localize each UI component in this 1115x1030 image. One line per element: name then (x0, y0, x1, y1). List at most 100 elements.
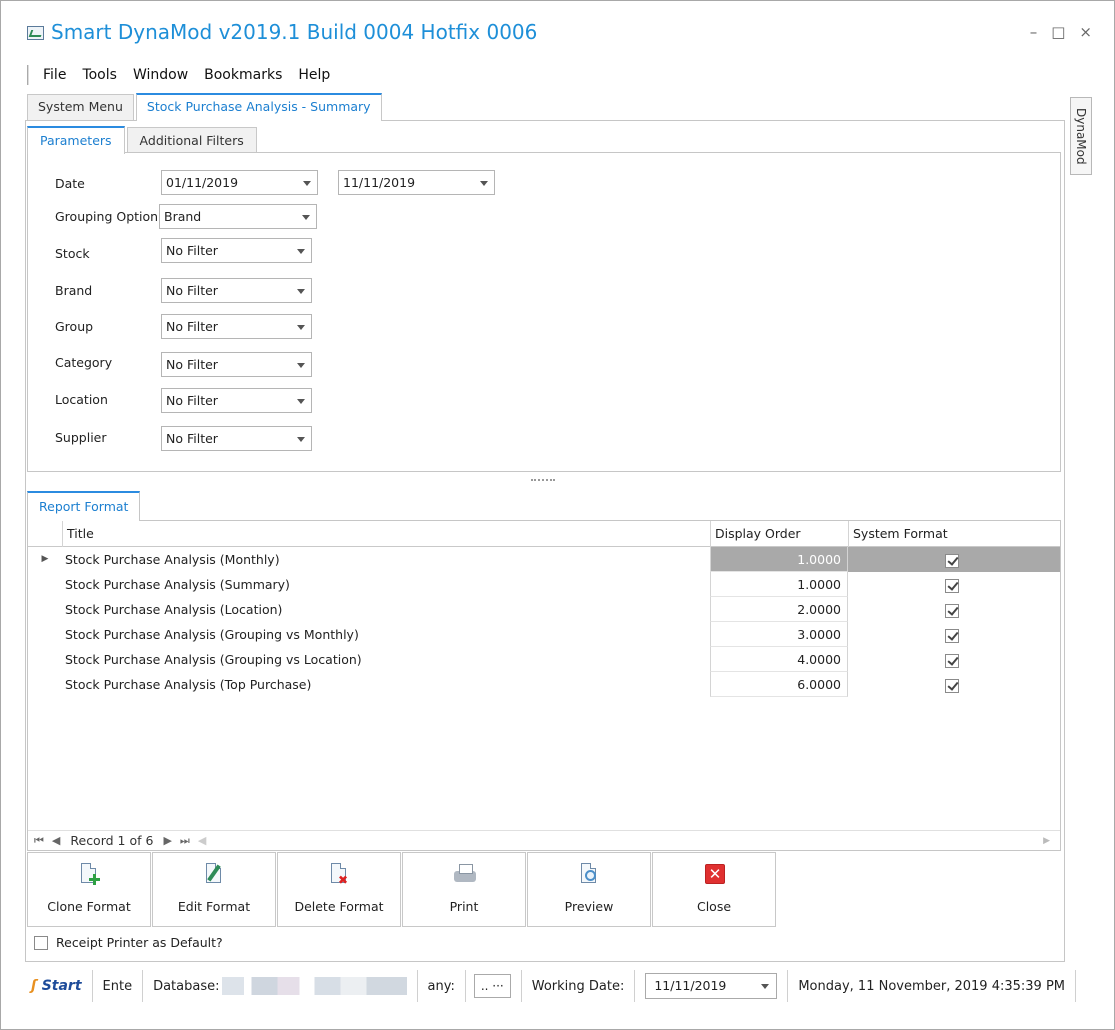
menu-file[interactable]: File (43, 67, 66, 83)
working-date-value: 11/11/2019 (654, 978, 727, 993)
date-from-value: 01/11/2019 (166, 175, 239, 190)
tab-stock-purchase-analysis-summary[interactable]: Stock Purchase Analysis - Summary (135, 93, 382, 121)
close-icon: ✕ (703, 863, 725, 887)
row-system-format (848, 622, 1060, 647)
minimize-button[interactable]: – (1030, 23, 1038, 41)
delete-format-button[interactable]: ✖ Delete Format (277, 852, 401, 927)
table-row[interactable]: Stock Purchase Analysis (Grouping vs Mon… (28, 622, 1060, 647)
stock-combo[interactable]: No Filter (161, 238, 312, 263)
brand-combo[interactable]: No Filter (161, 278, 312, 303)
print-button[interactable]: Print (402, 852, 526, 927)
menu-bar: File Tools Window Bookmarks Help (27, 62, 346, 88)
working-date-combo[interactable]: 11/11/2019 (645, 973, 778, 999)
start-logo-text: Start (41, 978, 82, 994)
last-record-icon[interactable]: ⏭ (176, 834, 194, 848)
dropdown-arrow-icon (297, 249, 305, 254)
group-label: Group (55, 319, 94, 334)
delete-format-label: Delete Format (294, 899, 384, 914)
column-header-title[interactable]: Title (62, 521, 710, 547)
status-ente: Ente (102, 978, 133, 994)
close-window-button[interactable]: × (1079, 23, 1092, 41)
system-format-checkbox[interactable] (945, 553, 959, 568)
menu-tools[interactable]: Tools (82, 67, 117, 83)
tab-report-format[interactable]: Report Format (27, 491, 141, 521)
window-controls: – □ × (1030, 23, 1092, 41)
clone-format-button[interactable]: Clone Format (27, 852, 151, 927)
grouping-option-combo[interactable]: Brand (159, 204, 317, 229)
column-header-display-order[interactable]: Display Order (710, 521, 848, 547)
date-to-value: 11/11/2019 (343, 175, 416, 190)
table-row[interactable]: Stock Purchase Analysis (Summary) 1.0000 (28, 572, 1060, 597)
system-format-checkbox[interactable] (945, 603, 959, 618)
table-row[interactable]: ▶ Stock Purchase Analysis (Monthly) 1.00… (28, 547, 1060, 572)
current-datetime: Monday, 11 November, 2019 4:35:39 PM (798, 978, 1066, 994)
menu-help[interactable]: Help (298, 67, 330, 83)
row-display-order: 2.0000 (710, 597, 848, 622)
company-picker[interactable]: .. ··· (473, 974, 511, 998)
menu-bookmarks[interactable]: Bookmarks (204, 67, 282, 83)
close-button[interactable]: ✕ Close (652, 852, 776, 927)
dropdown-arrow-icon (302, 215, 310, 220)
date-to-combo[interactable]: 11/11/2019 (338, 170, 495, 195)
category-combo[interactable]: No Filter (161, 352, 312, 377)
status-separator (634, 970, 636, 1002)
row-system-format (848, 672, 1060, 697)
edit-format-button[interactable]: Edit Format (152, 852, 276, 927)
stock-value: No Filter (166, 243, 218, 258)
row-indicator-icon: ▶ (41, 554, 49, 564)
table-row[interactable]: Stock Purchase Analysis (Location) 2.000… (28, 597, 1060, 622)
column-header-system-format[interactable]: System Format (848, 521, 1060, 547)
tab-parameters[interactable]: Parameters (27, 126, 125, 154)
delete-format-icon: ✖ (328, 863, 350, 887)
table-row[interactable]: Stock Purchase Analysis (Top Purchase) 6… (28, 672, 1060, 697)
dropdown-arrow-icon (297, 289, 305, 294)
tab-additional-filters[interactable]: Additional Filters (126, 127, 257, 153)
receipt-printer-option[interactable]: Receipt Printer as Default? (34, 935, 223, 950)
action-toolbar: Clone Format Edit Format ✖ Delete Format… (27, 852, 777, 927)
dropdown-arrow-icon (297, 399, 305, 404)
dropdown-arrow-icon (480, 181, 488, 186)
receipt-printer-checkbox[interactable] (34, 935, 48, 950)
preview-button[interactable]: Preview (527, 852, 651, 927)
stock-label: Stock (55, 246, 90, 261)
system-format-checkbox[interactable] (945, 628, 959, 643)
maximize-button[interactable]: □ (1051, 23, 1065, 41)
category-label: Category (55, 355, 113, 370)
record-navigator: ⏮ ◀ Record 1 of 6 ▶ ⏭ ◀ ▶ (28, 830, 1060, 850)
location-value: No Filter (166, 393, 218, 408)
title-bar: Smart DynaMod v2019.1 Build 0004 Hotfix … (1, 1, 1114, 59)
table-row[interactable]: Stock Purchase Analysis (Grouping vs Loc… (28, 647, 1060, 672)
status-separator (464, 970, 466, 1002)
panel-splitter[interactable] (531, 479, 555, 485)
row-display-order: 3.0000 (710, 622, 848, 647)
window-title: Smart DynaMod v2019.1 Build 0004 Hotfix … (51, 20, 538, 44)
first-record-icon[interactable]: ⏮ (28, 834, 48, 848)
status-separator (1075, 970, 1077, 1002)
location-combo[interactable]: No Filter (161, 388, 312, 413)
scroll-right-icon[interactable]: ▶ (1043, 836, 1050, 846)
row-system-format (848, 572, 1060, 597)
grouping-option-label: Grouping Option (55, 209, 159, 224)
group-combo[interactable]: No Filter (161, 314, 312, 339)
app-window: Smart DynaMod v2019.1 Build 0004 Hotfix … (0, 0, 1115, 1030)
tab-system-menu[interactable]: System Menu (27, 94, 134, 120)
date-label: Date (55, 176, 85, 191)
row-title: Stock Purchase Analysis (Summary) (65, 577, 290, 592)
system-format-checkbox[interactable] (945, 578, 959, 593)
system-format-checkbox[interactable] (945, 653, 959, 668)
next-record-icon[interactable]: ▶ (159, 834, 175, 847)
system-format-checkbox[interactable] (945, 678, 959, 693)
dropdown-arrow-icon (761, 984, 770, 989)
start-logo: ʃ Start (31, 978, 82, 994)
scroll-left-icon[interactable]: ◀ (194, 834, 210, 847)
prev-record-icon[interactable]: ◀ (48, 834, 64, 847)
status-separator (416, 970, 418, 1002)
row-system-format (848, 647, 1060, 672)
date-from-combo[interactable]: 01/11/2019 (161, 170, 318, 195)
row-display-order: 1.0000 (710, 547, 848, 572)
grid-header: Title Display Order System Format (28, 521, 1060, 547)
menu-window[interactable]: Window (133, 67, 188, 83)
edit-format-label: Edit Format (177, 899, 251, 914)
supplier-combo[interactable]: No Filter (161, 426, 312, 451)
side-tab-dynamod[interactable]: DynaMod (1070, 97, 1092, 175)
